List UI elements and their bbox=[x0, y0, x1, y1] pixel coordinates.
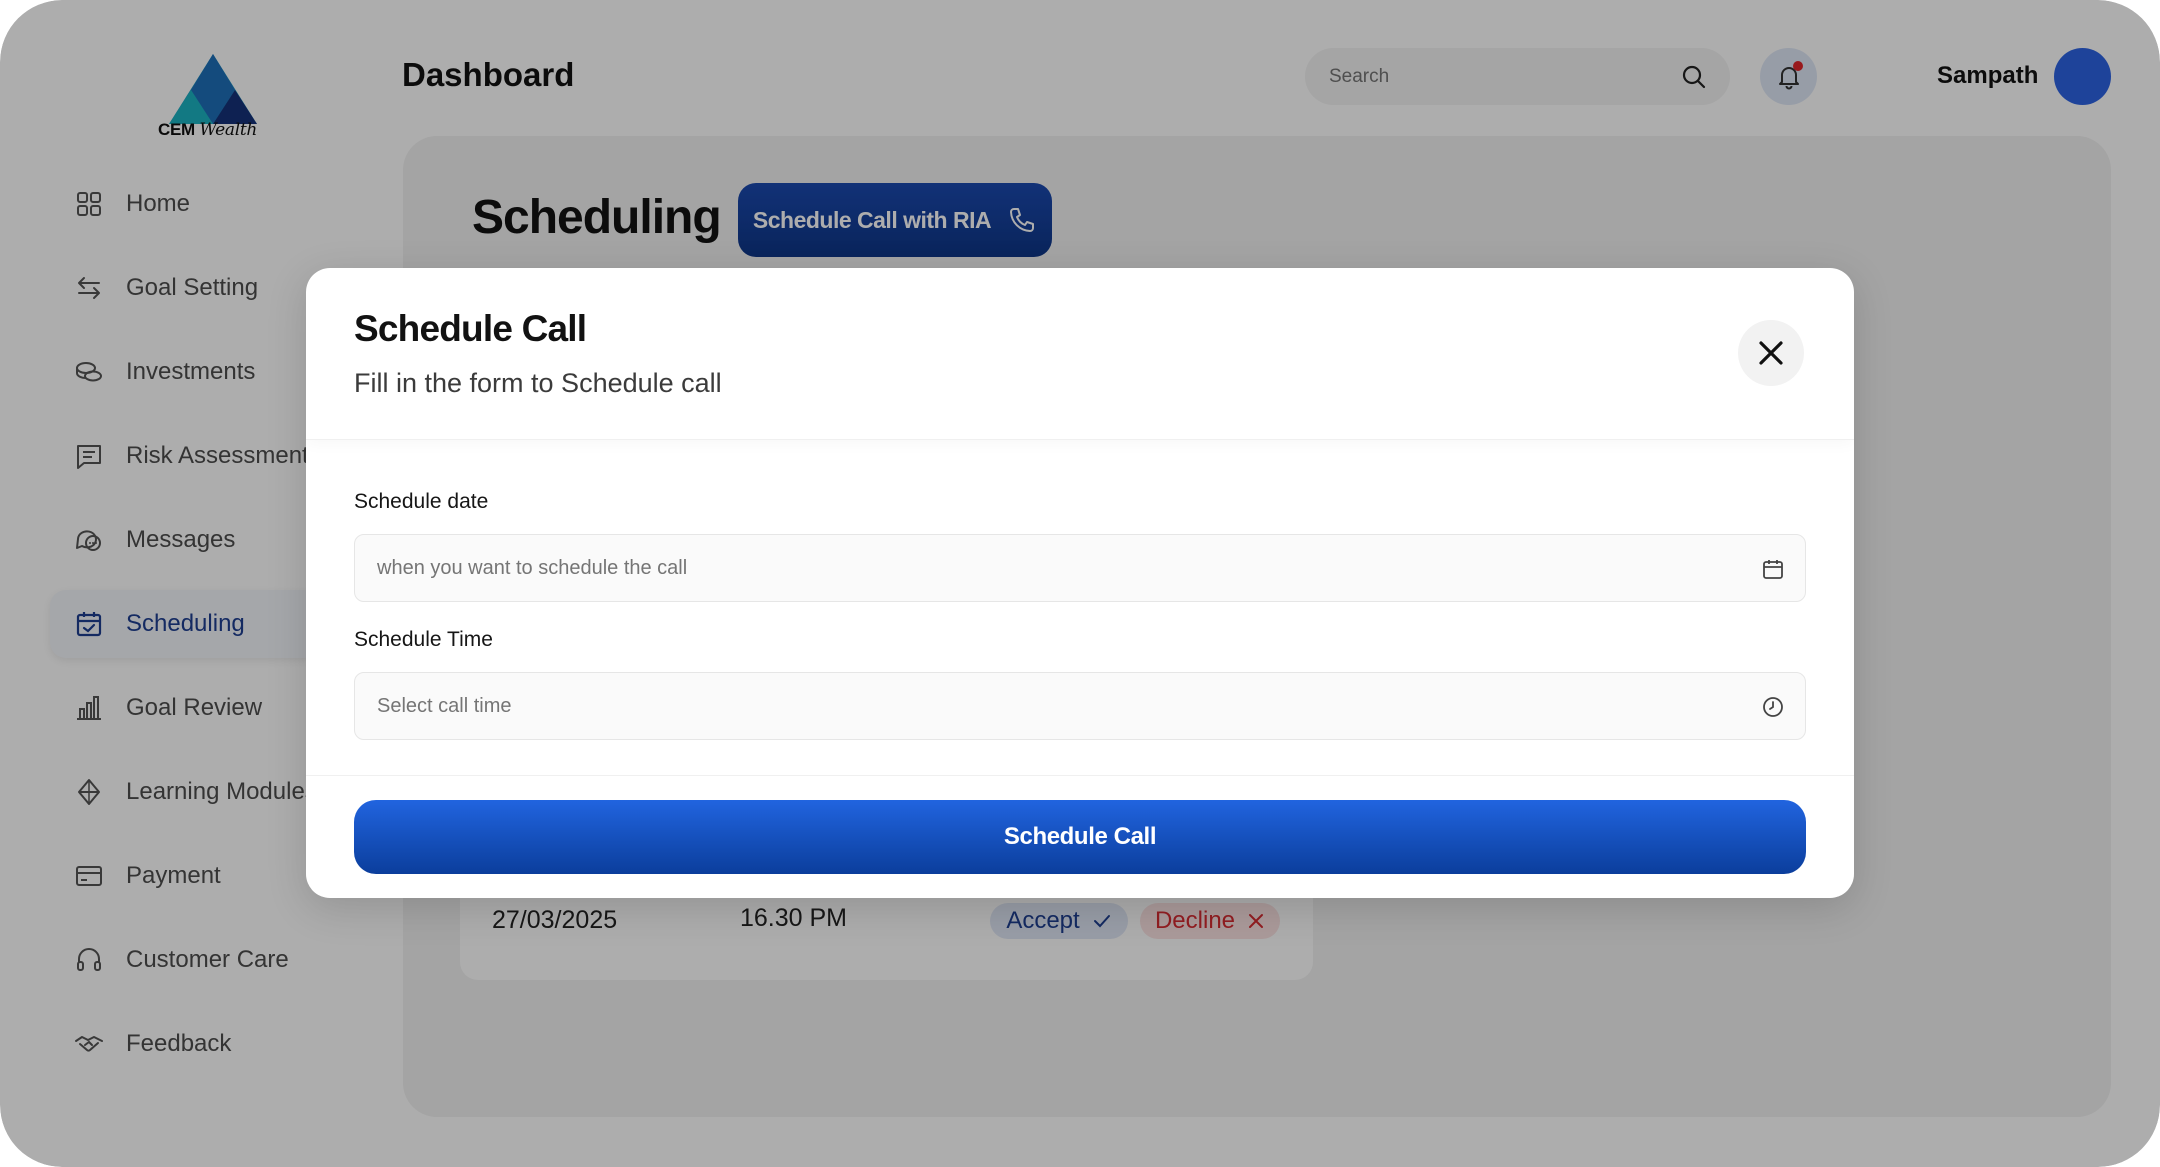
modal-header: Schedule Call Fill in the form to Schedu… bbox=[306, 268, 1854, 440]
close-icon bbox=[1759, 341, 1783, 365]
schedule-time-input[interactable] bbox=[377, 694, 1677, 718]
close-button[interactable] bbox=[1738, 320, 1804, 386]
modal-divider bbox=[306, 775, 1854, 776]
calendar-icon[interactable] bbox=[1761, 557, 1785, 581]
clock-icon[interactable] bbox=[1761, 695, 1785, 719]
schedule-call-submit-button[interactable]: Schedule Call bbox=[354, 800, 1806, 874]
modal-subtitle: Fill in the form to Schedule call bbox=[354, 368, 722, 398]
schedule-date-input[interactable] bbox=[377, 556, 1677, 580]
schedule-date-label: Schedule date bbox=[354, 490, 489, 513]
modal-title: Schedule Call bbox=[354, 308, 587, 349]
schedule-time-field[interactable] bbox=[354, 672, 1806, 740]
app-window: CEM Wealth Dashboard Sampath Home Goal S… bbox=[0, 0, 2160, 1167]
schedule-date-field[interactable] bbox=[354, 534, 1806, 602]
schedule-time-label: Schedule Time bbox=[354, 628, 493, 651]
schedule-call-modal: Schedule Call Fill in the form to Schedu… bbox=[306, 268, 1854, 898]
